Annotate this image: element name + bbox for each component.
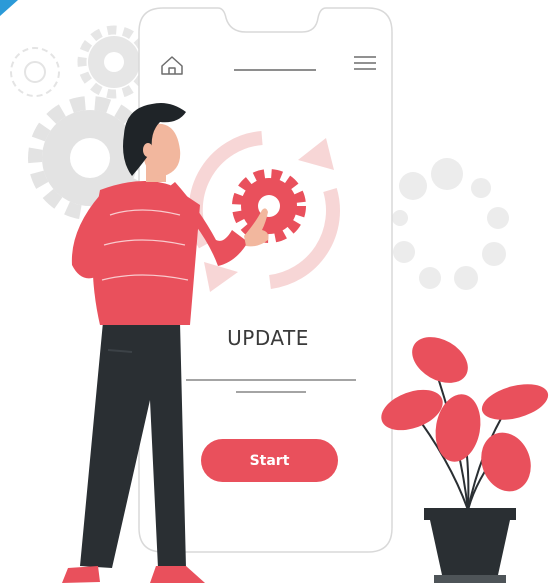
update-illustration	[0, 0, 549, 583]
loading-dots	[392, 158, 509, 290]
update-title: UPDATE	[227, 326, 309, 350]
illustration-scene: UPDATE Start	[0, 0, 549, 585]
bg-gear-outline-icon	[10, 47, 60, 97]
potted-plant	[381, 337, 549, 583]
start-button[interactable]: Start	[201, 439, 338, 482]
update-gear-icon	[232, 169, 306, 243]
corner-ribbon	[0, 0, 18, 16]
bg-gear-small-icon	[77, 25, 151, 99]
